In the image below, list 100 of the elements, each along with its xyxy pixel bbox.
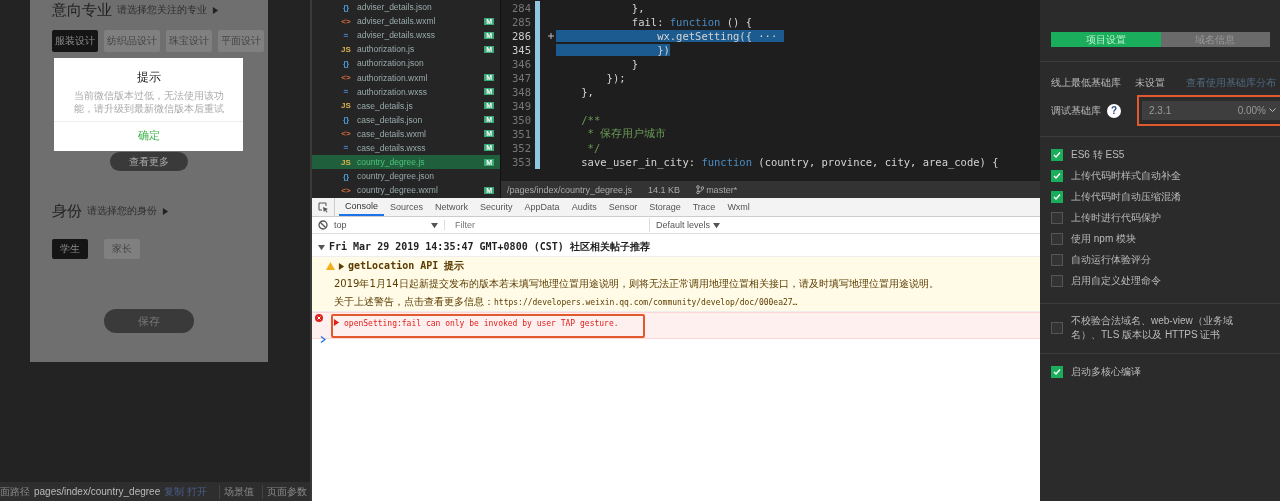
file-name: case_details.js xyxy=(357,100,414,111)
file-name: authorization.json xyxy=(357,58,425,69)
error-message: openSetting:fail can only be invoked by user TAP gesture. xyxy=(344,319,619,328)
devtools-tab[interactable]: Storage xyxy=(643,198,687,216)
checkbox[interactable] xyxy=(1051,275,1063,287)
file-name: country_degree.js xyxy=(357,157,426,168)
file-name: adviser_details.wxss xyxy=(357,30,436,41)
line-number: 284 xyxy=(511,1,532,15)
file-size: 14.1 KB xyxy=(648,184,681,195)
prompt-icon[interactable] xyxy=(320,336,326,343)
file-name: case_details.wxml xyxy=(357,128,427,139)
code-line: */ xyxy=(586,142,601,154)
chevron-icon xyxy=(1269,108,1276,113)
fold-icon[interactable] xyxy=(548,32,554,39)
devtools-tab[interactable]: Sources xyxy=(384,198,430,216)
page-path: pages/index/country_degree xyxy=(34,486,161,497)
group-header: Fri Mar 29 2019 14:35:47 GMT+0800 (CST) 社区相关帖子推荐 xyxy=(329,240,650,254)
devtools-tab[interactable]: Wxml xyxy=(721,198,756,216)
checkbox[interactable] xyxy=(1051,366,1063,378)
code-line: save_user_in_city: function (country, province, city, area_code) { xyxy=(580,156,999,168)
file-type-icon: ≈ xyxy=(340,30,352,40)
more-button[interactable]: 查看更多 xyxy=(110,152,188,171)
code-line: }); xyxy=(605,72,626,84)
file-item[interactable]: {} country_degree.json xyxy=(312,169,500,184)
line-number: 285 xyxy=(511,15,532,29)
file-item[interactable]: {} authorization.json xyxy=(312,56,500,71)
devtools-tab[interactable]: Network xyxy=(429,198,475,216)
params-button[interactable]: 页面参数 xyxy=(262,484,310,499)
file-name: case_details.wxss xyxy=(357,143,427,153)
devtools-tab[interactable]: Console xyxy=(339,198,385,216)
file-path: /pages/index/country_degree.js xyxy=(507,184,633,195)
dialog-message: 当前微信版本过低，无法使用该功能，请升级到最新微信版本后重试 xyxy=(72,89,225,116)
checkbox[interactable] xyxy=(1051,170,1063,182)
code-line: }, xyxy=(630,2,645,14)
file-type-icon: {} xyxy=(340,115,352,125)
file-name: authorization.wxml xyxy=(357,72,429,83)
file-type-icon: {} xyxy=(340,58,352,68)
error-icon xyxy=(315,314,323,322)
section-title: 身份 xyxy=(52,201,82,221)
expand-icon[interactable] xyxy=(318,243,325,251)
arrow-icon[interactable] xyxy=(212,6,219,14)
line-number: 353 xyxy=(511,155,532,169)
file-type-icon: JS xyxy=(340,44,352,54)
option-label: 上传代码时自动压缩混淆 xyxy=(1071,190,1181,204)
option-label: 上传代码时样式自动补全 xyxy=(1071,169,1181,183)
file-type-icon: {} xyxy=(340,2,352,12)
checkbox[interactable] xyxy=(1051,191,1063,203)
debug-lib-label: 调试基础库 xyxy=(1051,103,1101,118)
inspect-icon[interactable] xyxy=(317,201,329,213)
file-name: adviser_details.wxml xyxy=(357,16,437,27)
code-line: } xyxy=(630,58,639,70)
file-name: country_degree.json xyxy=(357,171,436,182)
levels-select[interactable]: Default levels xyxy=(656,220,711,230)
devtools-tab[interactable]: AppData xyxy=(518,198,566,216)
clear-console-icon[interactable] xyxy=(318,220,328,230)
identity-chip[interactable]: 学生 xyxy=(52,239,88,259)
devtools-tab[interactable]: Trace xyxy=(686,198,722,216)
checkbox[interactable] xyxy=(1051,212,1063,224)
doc-link[interactable]: https://developers.weixin.qq.com/community/develop/doc/000ea27… xyxy=(494,298,798,307)
option-label: 自动运行体验评分 xyxy=(1071,253,1151,267)
expand-icon[interactable] xyxy=(338,262,345,270)
file-type-icon: <> xyxy=(340,16,352,26)
checkbox[interactable] xyxy=(1051,321,1063,334)
arrow-icon[interactable] xyxy=(162,207,169,215)
line-number: 286 xyxy=(511,29,532,43)
option-label: 不校验合法域名、web-view（业务域名）、TLS 版本以及 HTTPS 证书 xyxy=(1071,314,1234,341)
code-line: * 保存用户城市 xyxy=(586,127,667,141)
lib-version-select[interactable]: 2.3.1 0.00% xyxy=(1142,101,1280,120)
line-number: 352 xyxy=(511,141,532,155)
devtools-tab[interactable]: Security xyxy=(474,198,519,216)
section-title: 意向专业 xyxy=(52,0,112,20)
dropdown-icon[interactable] xyxy=(431,221,438,229)
option-label: ES6 转 ES5 xyxy=(1071,148,1125,162)
file-type-icon: JS xyxy=(340,157,352,167)
warning-title: getLocation API 提示 xyxy=(348,259,465,273)
major-chip[interactable]: 服装设计 xyxy=(52,30,98,52)
file-type-icon: <> xyxy=(340,185,352,195)
line-number: 348 xyxy=(511,85,532,99)
checkbox[interactable] xyxy=(1051,149,1063,161)
checkbox[interactable] xyxy=(1051,254,1063,266)
branch-icon xyxy=(696,185,705,194)
expand-icon[interactable] xyxy=(333,319,340,326)
file-type-icon: <> xyxy=(340,73,352,82)
line-number: 349 xyxy=(511,99,532,113)
branch-name: master* xyxy=(706,184,738,195)
path-label: 面路径 xyxy=(0,484,30,499)
scene-button[interactable]: 场景值 xyxy=(219,484,258,499)
dialog-title: 提示 xyxy=(136,69,161,86)
file-type-icon: JS xyxy=(340,101,352,111)
warning-message: 2019年1月14日起新提交发布的版本若未填写地理位置用途说明，则将无法正常调用地理位置相关接口，请及时填写地理位置用途说明。 xyxy=(333,277,939,291)
checkbox[interactable] xyxy=(1051,233,1063,245)
file-item[interactable]: {} adviser_details.json xyxy=(312,0,500,15)
help-icon[interactable]: ? xyxy=(1107,103,1121,118)
devtools-tab[interactable]: Sensor xyxy=(602,198,644,216)
line-number: 347 xyxy=(511,71,532,85)
file-type-icon: ≈ xyxy=(340,143,352,153)
devtools-tab[interactable]: Audits xyxy=(565,198,603,216)
dropdown-icon[interactable] xyxy=(713,221,721,229)
warning-more: 关于上述警告，点击查看更多信息：https://developers.weixin.qq.com/community/develop/doc/000ea27… xyxy=(333,295,798,309)
context-select[interactable]: top xyxy=(334,220,347,230)
